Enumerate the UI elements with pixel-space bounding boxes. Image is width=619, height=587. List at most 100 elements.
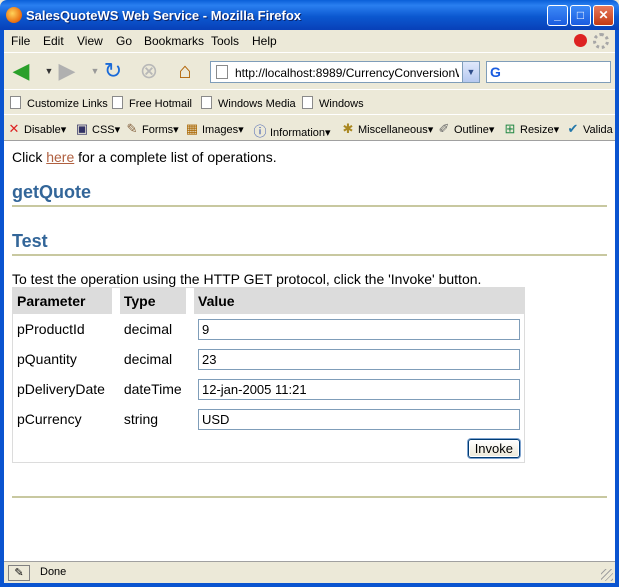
google-icon[interactable]: G (490, 64, 506, 80)
page-icon (10, 96, 21, 109)
window-frame-right (615, 30, 619, 587)
intro-text: Click here for a complete list of operat… (12, 149, 607, 165)
status-bar: ✎ Done (4, 561, 615, 583)
home-icon[interactable]: ⌂ (172, 59, 198, 83)
stop-icon[interactable]: ⊗ (136, 59, 162, 83)
devbar-label: Valida (583, 124, 613, 136)
devbar-label: Miscellaneous (358, 124, 428, 136)
devbar-information[interactable]: ⓘ Information▾ (252, 121, 330, 140)
menu-help[interactable]: Help (252, 34, 277, 48)
page-icon (216, 65, 228, 79)
information-icon: ⓘ (253, 124, 267, 139)
validation-icon: ✔ (567, 121, 579, 136)
menu-bar: File Edit View Go Bookmarks Tools Help (4, 30, 615, 52)
devbar-label: Outline (454, 124, 489, 136)
invoke-button[interactable]: Invoke (467, 438, 520, 458)
param-name: pCurrency (17, 411, 82, 427)
images-icon: ▦ (185, 121, 199, 136)
devbar-disable[interactable]: ✕ Disable▾ (6, 121, 67, 137)
disable-icon: ✕ (8, 121, 20, 136)
test-heading: Test (12, 231, 607, 256)
miscellaneous-icon: ✱ (342, 121, 354, 136)
devbar-css[interactable]: ▣ CSS▾ (74, 121, 120, 137)
operation-title: getQuote (12, 182, 607, 207)
header-parameter: Parameter (13, 288, 112, 314)
devbar-outline[interactable]: ✐ Outline▾ (436, 121, 495, 137)
table-row: pProductId decimal (13, 314, 524, 344)
search-input[interactable]: G (486, 61, 611, 83)
param-name: pProductId (17, 321, 85, 337)
bookmark-label: Customize Links (27, 98, 108, 110)
window-title: SalesQuoteWS Web Service - Mozilla Firef… (26, 8, 301, 23)
bottom-divider (12, 496, 607, 498)
param-value-input[interactable] (198, 408, 520, 430)
param-value-input[interactable] (198, 378, 520, 400)
param-type: decimal (123, 321, 173, 337)
bookmark-windows-media[interactable]: Windows Media (201, 96, 296, 110)
url-dropdown-icon[interactable]: ▼ (462, 62, 479, 82)
page-icon (112, 96, 123, 109)
reload-icon[interactable]: ↻ (100, 59, 126, 83)
test-description: To test the operation using the HTTP GET… (12, 271, 482, 287)
devbar-validation[interactable]: ✔ Valida (565, 121, 613, 137)
close-button[interactable]: ✕ (593, 5, 614, 26)
bookmark-free-hotmail[interactable]: Free Hotmail (112, 96, 192, 110)
forward-icon[interactable]: ▶ (54, 59, 80, 83)
forms-icon: ✎ (126, 121, 138, 136)
param-value-input[interactable] (198, 348, 520, 370)
menu-go[interactable]: Go (116, 34, 132, 48)
devbar-label: Resize (520, 124, 554, 136)
param-type: decimal (123, 351, 173, 367)
intro-before: Click (12, 149, 47, 165)
resize-grip-icon[interactable] (601, 569, 613, 581)
operations-link[interactable]: here (46, 149, 74, 165)
param-type: dateTime (123, 381, 182, 397)
intro-after: for a complete list of operations. (74, 149, 277, 165)
css-icon: ▣ (75, 121, 89, 136)
devbar-label: Disable (24, 124, 61, 136)
table-row: pDeliveryDate dateTime (13, 374, 524, 404)
devbar-forms[interactable]: ✎ Forms▾ (124, 121, 179, 137)
bookmarks-toolbar: Customize Links Free Hotmail Windows Med… (4, 89, 615, 114)
menu-bookmarks[interactable]: Bookmarks (144, 34, 204, 48)
minimize-button[interactable]: _ (547, 5, 568, 26)
devbar-resize[interactable]: ⊞ Resize▾ (502, 121, 560, 137)
url-input[interactable]: http://localhost:8989/CurrencyConversion… (235, 66, 459, 80)
url-bar[interactable]: http://localhost:8989/CurrencyConversion… (210, 61, 480, 83)
back-icon[interactable]: ◀ (8, 59, 34, 83)
page-content: Click here for a complete list of operat… (12, 149, 607, 498)
header-value: Value (194, 288, 524, 314)
firefox-icon (6, 7, 22, 23)
param-value-input[interactable] (198, 318, 520, 340)
devbar-miscellaneous[interactable]: ✱ Miscellaneous▾ (340, 121, 434, 137)
menu-file[interactable]: File (11, 34, 30, 48)
devbar-label: Images (202, 124, 239, 136)
maximize-button[interactable]: □ (570, 5, 591, 26)
table-row: pCurrency string (13, 404, 524, 434)
resize-icon: ⊞ (504, 121, 516, 136)
bookmark-windows[interactable]: Windows (302, 96, 364, 110)
table-row: pQuantity decimal (13, 344, 524, 374)
page-icon (302, 96, 313, 109)
menu-view[interactable]: View (77, 34, 103, 48)
bookmark-label: Free Hotmail (129, 98, 192, 110)
menu-edit[interactable]: Edit (43, 34, 64, 48)
security-icon: ✎ (8, 565, 30, 581)
devbar-label: Forms (142, 124, 174, 136)
outline-icon: ✐ (438, 121, 450, 136)
window-frame-bottom (0, 583, 619, 587)
stop-indicator-icon (574, 34, 587, 47)
menu-tools[interactable]: Tools (211, 34, 239, 48)
title-bar: SalesQuoteWS Web Service - Mozilla Firef… (0, 0, 619, 30)
devbar-label: CSS (92, 124, 115, 136)
param-type: string (123, 411, 159, 427)
status-text: Done (40, 566, 67, 578)
bookmark-customize-links[interactable]: Customize Links (10, 96, 108, 110)
header-type: Type (119, 288, 186, 314)
param-name: pDeliveryDate (17, 381, 105, 397)
parameters-table: Parameter Type Value pProductId decimal (12, 287, 525, 463)
param-name: pQuantity (17, 351, 77, 367)
devbar-images[interactable]: ▦ Images▾ (184, 121, 244, 137)
navigation-toolbar: ◀ ▼ ▶ ▼ ↻ ⊗ ⌂ http://localhost:8989/Curr… (4, 52, 615, 88)
bookmark-label: Windows (319, 98, 364, 110)
